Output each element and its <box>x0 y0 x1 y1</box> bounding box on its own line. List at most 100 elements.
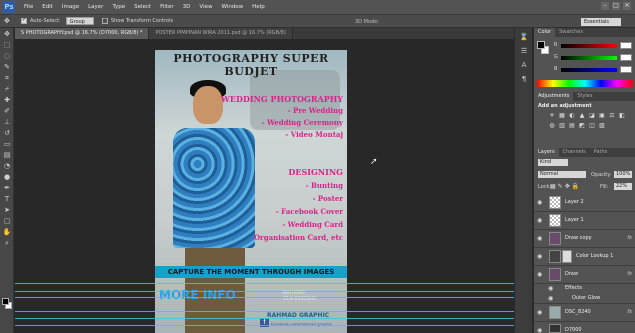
color-balance-icon[interactable]: ⚖ <box>608 112 616 120</box>
layer-row[interactable]: ◉ Draw fx <box>534 266 635 284</box>
auto-select-checkbox[interactable] <box>21 17 27 24</box>
visibility-eye-icon[interactable]: ◉ <box>548 295 555 302</box>
fill-input[interactable]: 22% <box>614 183 632 190</box>
menu-layer[interactable]: Layer <box>88 4 103 10</box>
layer-row[interactable]: ◉ DSC_8240 fx <box>534 304 635 322</box>
auto-select-dropdown[interactable]: Group <box>65 17 94 25</box>
brush-tool-icon[interactable]: ✐ <box>2 106 12 116</box>
menu-filter[interactable]: Filter <box>160 4 174 10</box>
tab-styles[interactable]: Styles <box>573 92 596 101</box>
black-white-icon[interactable]: ◧ <box>618 112 626 120</box>
levels-icon[interactable]: ▦ <box>558 112 566 120</box>
visibility-eye-icon[interactable]: ◉ <box>537 271 544 278</box>
tab-adjustments[interactable]: Adjustments <box>534 92 574 101</box>
history-icon[interactable]: ⌛ <box>519 32 529 42</box>
menu-view[interactable]: View <box>199 4 212 10</box>
menu-file[interactable]: File <box>24 4 33 10</box>
tab-channels[interactable]: Channels <box>559 148 590 157</box>
curves-icon[interactable]: ◐ <box>568 112 576 120</box>
layer-fx-badge[interactable]: fx <box>627 309 632 315</box>
paragraph-icon[interactable]: ¶ <box>519 74 529 84</box>
hand-tool-icon[interactable]: ✋ <box>2 227 12 237</box>
opacity-input[interactable]: 100% <box>614 171 632 178</box>
path-select-tool-icon[interactable]: ➤ <box>2 205 12 215</box>
red-slider[interactable]: R <box>554 42 634 50</box>
shape-tool-icon[interactable]: ▢ <box>2 216 12 226</box>
type-tool-icon[interactable]: T <box>2 194 12 204</box>
photo-filter-icon[interactable]: ◍ <box>548 122 556 130</box>
lock-icons[interactable]: ▦✎✥🔒 <box>550 183 581 190</box>
menu-3d[interactable]: 3D <box>183 4 191 10</box>
guide-line[interactable] <box>15 283 514 284</box>
visibility-eye-icon[interactable]: ◉ <box>537 217 544 224</box>
green-track[interactable] <box>561 56 617 60</box>
menu-type[interactable]: Type <box>112 4 125 10</box>
eyedropper-tool-icon[interactable]: ⌿ <box>2 84 12 94</box>
red-value-field[interactable] <box>620 42 632 49</box>
foreground-color-swatch[interactable] <box>537 41 545 49</box>
red-track[interactable] <box>561 44 617 48</box>
color-swatches[interactable] <box>2 298 12 310</box>
brightness-icon[interactable]: ☀ <box>548 112 556 120</box>
layer-kind-filter[interactable]: Kind <box>538 159 568 166</box>
transform-controls-checkbox[interactable] <box>101 17 108 24</box>
workspace-dropdown[interactable]: Essentials <box>581 18 621 26</box>
blue-value-field[interactable] <box>620 66 632 73</box>
minimize-button[interactable]: – <box>601 2 609 10</box>
stamp-tool-icon[interactable]: ⊥ <box>2 117 12 127</box>
layer-row[interactable]: ◉ Layer 2 <box>534 194 635 212</box>
vibrance-icon[interactable]: ◪ <box>588 112 596 120</box>
tab-photography-psd[interactable]: S PHOTOGRAPHY.psd @ 16.7% (D7000, RGB/8)… <box>15 28 150 39</box>
tab-swatches[interactable]: Swatches <box>555 28 587 37</box>
tab-layers[interactable]: Layers <box>534 148 559 157</box>
eraser-tool-icon[interactable]: ▭ <box>2 139 12 149</box>
character-icon[interactable]: A <box>519 60 529 70</box>
layer-row[interactable]: ◉ Color Lookup 1 <box>534 248 635 266</box>
gradient-tool-icon[interactable]: ▤ <box>2 150 12 160</box>
menu-select[interactable]: Select <box>134 4 151 10</box>
foreground-color-swatch[interactable] <box>2 298 9 305</box>
menu-help[interactable]: Help <box>252 4 265 10</box>
guide-line[interactable] <box>15 318 514 319</box>
channel-mixer-icon[interactable]: ▥ <box>558 122 566 130</box>
invert-icon[interactable]: ◩ <box>578 122 586 130</box>
layer-fx-badge[interactable]: fx <box>627 235 632 241</box>
guide-line[interactable] <box>15 325 514 326</box>
tab-poster-psd[interactable]: POSTER PIMPINAN WIRA 2011.psd @ 16.7% (R… <box>149 28 293 39</box>
zoom-tool-icon[interactable]: ⌕ <box>2 238 12 248</box>
dodge-tool-icon[interactable]: ● <box>2 172 12 182</box>
layer-row[interactable]: ◉ D7000 <box>534 322 635 333</box>
visibility-eye-icon[interactable]: ◉ <box>537 253 544 260</box>
visibility-eye-icon[interactable]: ◉ <box>548 285 555 292</box>
layer-row[interactable]: ◉ Draw copy fx <box>534 230 635 248</box>
effects-row[interactable]: ◉ Effects <box>534 284 635 294</box>
tab-paths[interactable]: Paths <box>590 148 612 157</box>
history-brush-tool-icon[interactable]: ↺ <box>2 128 12 138</box>
blend-mode-dropdown[interactable]: Normal <box>538 171 586 178</box>
layer-fx-badge[interactable]: fx <box>627 271 632 277</box>
marquee-tool-icon[interactable]: ⬚ <box>2 40 12 50</box>
quick-select-tool-icon[interactable]: ✎ <box>2 62 12 72</box>
visibility-eye-icon[interactable]: ◉ <box>537 309 544 316</box>
properties-icon[interactable]: ☰ <box>519 46 529 56</box>
menu-image[interactable]: Image <box>62 4 79 10</box>
crop-tool-icon[interactable]: ⌗ <box>2 73 12 83</box>
effect-row[interactable]: ◉ Outer Glow <box>534 294 635 304</box>
visibility-eye-icon[interactable]: ◉ <box>537 199 544 206</box>
tab-color[interactable]: Color <box>534 28 556 37</box>
move-tool-icon[interactable]: ✥ <box>2 29 12 39</box>
move-tool-icon[interactable]: ✥ <box>4 17 13 26</box>
green-value-field[interactable] <box>620 54 632 61</box>
green-slider[interactable]: G <box>554 54 634 62</box>
visibility-eye-icon[interactable]: ◉ <box>537 235 544 242</box>
blur-tool-icon[interactable]: ◔ <box>2 161 12 171</box>
blue-slider[interactable]: B <box>554 66 634 74</box>
menu-edit[interactable]: Edit <box>42 4 53 10</box>
posterize-icon[interactable]: ◫ <box>588 122 596 130</box>
canvas-area[interactable]: PHOTOGRAPHY SUPER BUDJET WEDDING PHOTOGR… <box>15 39 514 333</box>
menu-window[interactable]: Window <box>221 4 243 10</box>
guide-line[interactable] <box>15 291 514 292</box>
lasso-tool-icon[interactable]: ◌ <box>2 51 12 61</box>
visibility-eye-icon[interactable]: ◉ <box>537 327 544 333</box>
layer-row[interactable]: ◉ Layer 1 <box>534 212 635 230</box>
